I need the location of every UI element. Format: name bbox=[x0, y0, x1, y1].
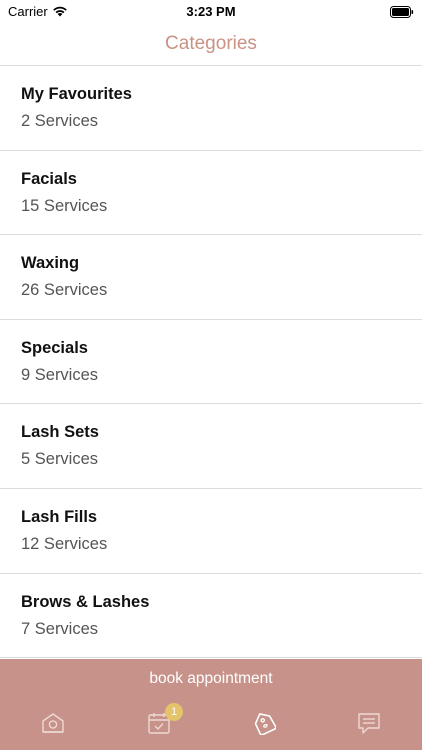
tab-categories[interactable] bbox=[244, 709, 284, 741]
category-service-count: 2 Services bbox=[21, 112, 99, 130]
book-appointment-button[interactable]: book appointment bbox=[0, 659, 422, 699]
category-list: My Favourites 2 Services Facials 15 Serv… bbox=[0, 66, 422, 659]
category-row-specials[interactable]: Specials 9 Services bbox=[0, 320, 422, 405]
category-row-brows-lashes[interactable]: Brows & Lashes 7 Services bbox=[0, 574, 422, 659]
category-name: Lash Sets bbox=[21, 423, 99, 442]
tab-home[interactable] bbox=[33, 709, 73, 741]
category-name: Brows & Lashes bbox=[21, 592, 150, 611]
category-name: Lash Fills bbox=[21, 507, 98, 526]
category-row-facials[interactable]: Facials 15 Services bbox=[0, 151, 422, 236]
category-name: Waxing bbox=[21, 254, 80, 273]
category-service-count: 12 Services bbox=[21, 534, 108, 553]
category-name: My Favourites bbox=[21, 85, 132, 103]
category-name: Facials bbox=[21, 169, 77, 188]
category-service-count: 9 Services bbox=[21, 365, 99, 384]
battery-icon bbox=[390, 5, 414, 23]
bottom-bar: book appointment bbox=[0, 659, 422, 750]
tab-messages[interactable] bbox=[349, 709, 389, 741]
navigation-bar: Categories bbox=[0, 24, 422, 66]
category-row-lash-sets[interactable]: Lash Sets 5 Services bbox=[0, 404, 422, 489]
category-row-my-favourites[interactable]: My Favourites 2 Services bbox=[0, 66, 422, 151]
category-row-waxing[interactable]: Waxing 26 Services bbox=[0, 235, 422, 320]
page-title: Categories bbox=[165, 33, 257, 54]
category-service-count: 15 Services bbox=[21, 196, 108, 215]
category-service-count: 5 Services bbox=[21, 450, 99, 469]
category-service-count: 7 Services bbox=[21, 619, 99, 638]
category-row-lash-fills[interactable]: Lash Fills 12 Services bbox=[0, 489, 422, 574]
category-service-count: 26 Services bbox=[21, 281, 108, 300]
category-name: Specials bbox=[21, 338, 88, 357]
appointments-badge: 1 bbox=[165, 703, 183, 721]
status-bar: Carrier 3:23 PM bbox=[0, 0, 422, 24]
clock: 3:23 PM bbox=[186, 4, 236, 19]
